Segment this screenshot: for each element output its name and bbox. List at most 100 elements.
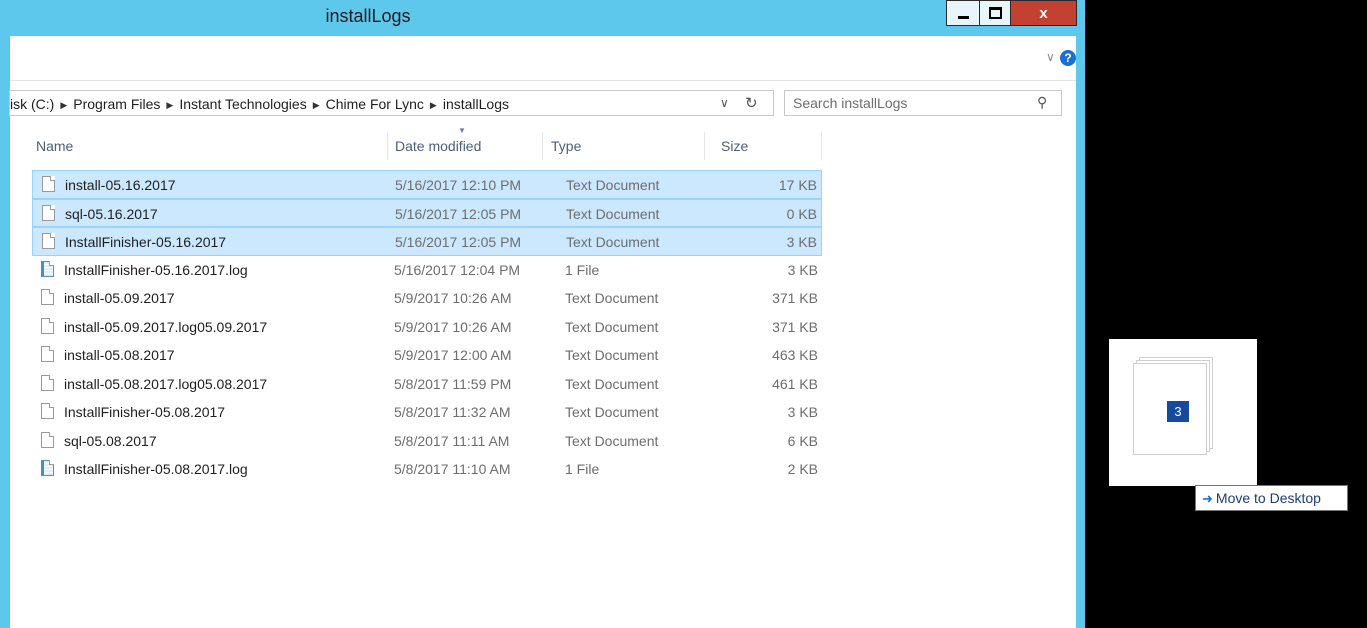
file-row[interactable]: sql-05.16.2017 5/16/2017 12:05 PM Text Doc… (32, 198, 822, 227)
file-row[interactable]: install-05.08.2017.log05.08.2017 5/8/2017… (32, 370, 822, 399)
text-file-icon (42, 176, 55, 192)
breadcrumb-item-installlogs[interactable]: installLogs (443, 96, 509, 112)
drag-count-badge: 3 (1166, 400, 1190, 423)
file-type: Text Document (565, 432, 659, 449)
log-file-icon (41, 260, 54, 277)
text-file-icon (41, 374, 54, 391)
drag-preview: 3 (1109, 339, 1257, 486)
drop-tooltip-label: Move to Desktop (1215, 490, 1321, 506)
file-name: install-05.09.2017.log05.09.2017 (64, 318, 268, 335)
window-title: installLogs (325, 6, 411, 26)
file-size: 3 KB (786, 234, 817, 250)
chevron-down-icon[interactable]: ∨ (1046, 50, 1055, 64)
text-file-icon (41, 403, 54, 419)
file-row[interactable]: InstallFinisher-05.16.2017.log 5/16/2017 … (32, 256, 822, 285)
file-type: Text Document (566, 177, 660, 193)
breadcrumb-item-program-files[interactable]: Program Files (73, 96, 160, 112)
file-name: InstallFinisher-05.16.2017 (65, 234, 227, 250)
search-icon[interactable]: ⚲ (1037, 94, 1047, 111)
breadcrumb: isk (C:) ▶ Program Files ▶ Instant Technolog… (10, 96, 509, 112)
maximize-icon (988, 7, 1002, 19)
breadcrumb-separator-icon[interactable]: ▶ (430, 100, 437, 110)
file-date-modified: 5/9/2017 12:00 AM (394, 347, 512, 363)
file-row[interactable]: InstallFinisher-05.08.2017 5/8/2017 11:32… (32, 398, 822, 427)
file-date-modified: 5/16/2017 12:04 PM (394, 261, 521, 278)
file-size: 371 KB (772, 318, 818, 335)
title-bar[interactable]: installLogs x (0, 0, 1085, 36)
file-date-modified: 5/16/2017 12:05 PM (395, 205, 522, 222)
file-type: 1 File (565, 261, 600, 278)
breadcrumb-separator-icon[interactable]: ▶ (166, 100, 173, 110)
column-header-date-modified[interactable]: Date modified (388, 132, 543, 160)
minimize-icon (958, 15, 969, 19)
help-icon[interactable]: ? (1060, 50, 1076, 66)
column-header-size[interactable]: Size (705, 132, 822, 160)
drop-tooltip: ➜ Move to Desktop (1195, 485, 1348, 511)
sort-descending-icon: ▼ (458, 126, 466, 135)
breadcrumb-item-chime-for-lync[interactable]: Chime For Lync (326, 96, 424, 112)
breadcrumb-item-instant-technologies[interactable]: Instant Technologies (179, 96, 306, 112)
file-row[interactable]: install-05.16.2017 5/16/2017 12:10 PM Text… (32, 170, 822, 199)
file-date-modified: 5/8/2017 11:10 AM (394, 461, 511, 477)
file-date-modified: 5/9/2017 10:26 AM (394, 290, 512, 306)
file-list: install-05.16.2017 5/16/2017 12:10 PM Text… (32, 170, 822, 484)
file-size: 0 KB (786, 205, 817, 222)
column-header: Name Date modified Type Size ▼ (10, 126, 822, 160)
address-bar[interactable]: isk (C:) ▶ Program Files ▶ Instant Technolog… (9, 90, 774, 116)
breadcrumb-separator-icon[interactable]: ▶ (313, 100, 320, 110)
file-date-modified: 5/16/2017 12:05 PM (395, 234, 522, 250)
file-size: 463 KB (772, 347, 818, 363)
breadcrumb-item-drive[interactable]: isk (C:) (10, 96, 54, 112)
close-icon: x (1039, 4, 1048, 22)
ribbon-bar: ∨ ? (10, 36, 1076, 81)
file-name: sql-05.16.2017 (65, 205, 158, 222)
file-type: Text Document (565, 404, 659, 420)
file-type: Text Document (565, 318, 659, 335)
maximize-button[interactable] (979, 0, 1011, 26)
file-name: InstallFinisher-05.08.2017 (64, 404, 226, 420)
text-file-icon (41, 431, 54, 448)
file-type: Text Document (565, 375, 659, 392)
address-dropdown-icon[interactable]: ∨ (720, 96, 729, 110)
file-type: Text Document (566, 205, 660, 222)
file-date-modified: 5/8/2017 11:32 AM (394, 404, 511, 420)
close-button[interactable]: x (1011, 0, 1077, 26)
file-size: 461 KB (772, 375, 818, 392)
file-size: 6 KB (787, 432, 818, 449)
file-name: install-05.08.2017.log05.08.2017 (64, 375, 268, 392)
text-file-icon (42, 233, 55, 249)
text-file-icon (42, 204, 55, 221)
explorer-window: installLogs x ∨ ? isk (C:) ▶ Program Files… (0, 0, 1085, 628)
file-size: 371 KB (772, 290, 818, 306)
file-row[interactable]: install-05.08.2017 5/9/2017 12:00 AM Text … (32, 341, 822, 370)
text-file-icon (41, 289, 54, 305)
refresh-icon[interactable]: ↻ (745, 94, 758, 112)
file-size: 2 KB (787, 461, 818, 477)
file-name: InstallFinisher-05.16.2017.log (64, 261, 248, 278)
column-header-name[interactable]: Name (10, 132, 388, 160)
file-type: Text Document (565, 347, 659, 363)
file-row[interactable]: InstallFinisher-05.08.2017.log 5/8/2017 1… (32, 455, 822, 484)
column-header-type[interactable]: Type (543, 132, 705, 160)
search-box[interactable]: ⚲ (784, 90, 1062, 116)
file-row[interactable]: sql-05.08.2017 5/8/2017 11:11 AM Text Docu… (32, 427, 822, 456)
file-name: InstallFinisher-05.08.2017.log (64, 461, 248, 477)
file-name: install-05.09.2017 (64, 290, 175, 306)
move-arrow-icon: ➜ (1202, 491, 1213, 506)
file-row[interactable]: InstallFinisher-05.16.2017 5/16/2017 12:0… (32, 227, 822, 256)
file-size: 3 KB (787, 261, 818, 278)
file-row[interactable]: install-05.09.2017.log05.09.2017 5/9/2017… (32, 313, 822, 342)
file-row[interactable]: install-05.09.2017 5/9/2017 10:26 AM Text … (32, 284, 822, 313)
file-name: sql-05.08.2017 (64, 432, 157, 449)
file-name: install-05.08.2017 (64, 347, 175, 363)
file-type: Text Document (566, 234, 660, 250)
file-size: 17 KB (778, 177, 817, 193)
breadcrumb-separator-icon[interactable]: ▶ (60, 100, 67, 110)
minimize-button[interactable] (946, 0, 980, 26)
file-date-modified: 5/8/2017 11:59 PM (394, 375, 512, 392)
file-type: Text Document (565, 290, 659, 306)
log-file-icon (41, 460, 54, 476)
search-input[interactable] (793, 94, 1013, 112)
text-file-icon (41, 317, 54, 334)
file-date-modified: 5/9/2017 10:26 AM (394, 318, 512, 335)
